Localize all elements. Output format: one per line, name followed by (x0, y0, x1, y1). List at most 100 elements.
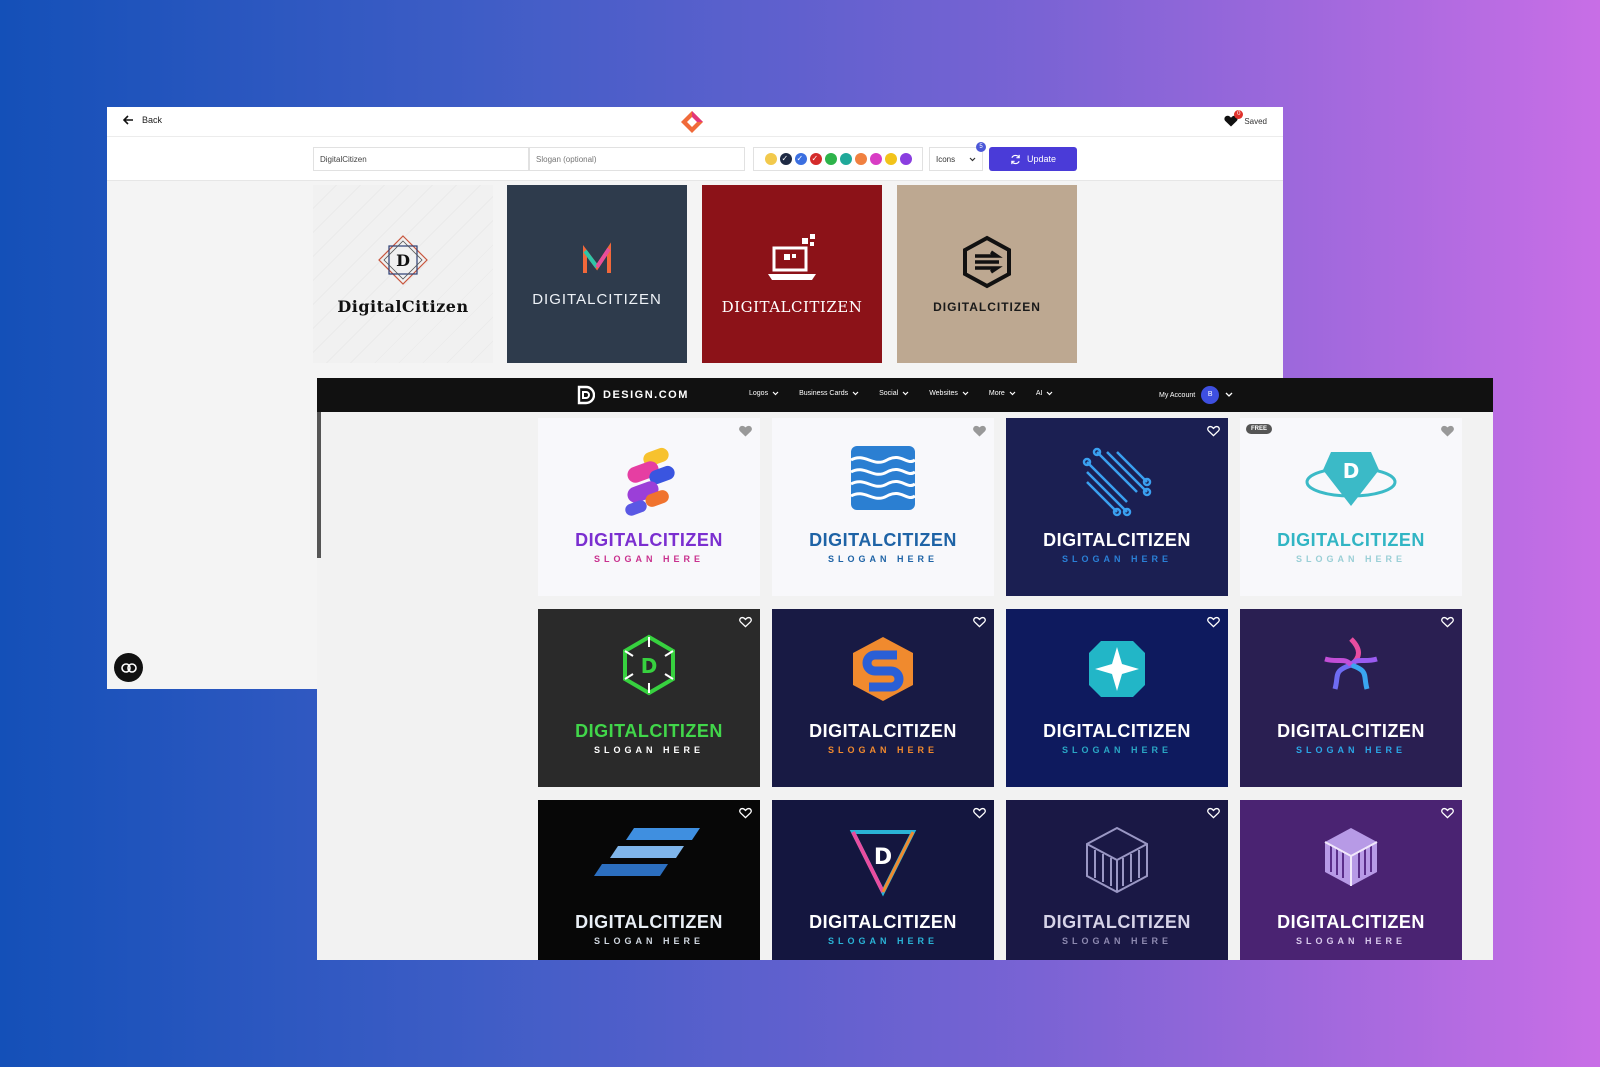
teal-star-icon (1081, 633, 1153, 710)
icons-label: Icons (936, 154, 956, 164)
favorite-heart-icon[interactable] (1207, 424, 1220, 437)
logo-slogan: SLOGAN HERE (1295, 745, 1406, 755)
color-swatch[interactable]: ✓ (809, 153, 822, 165)
logo-template-tile[interactable]: DIGITALCITIZEN SLOGAN HERE (1006, 418, 1228, 596)
slogan-input[interactable] (529, 147, 745, 171)
menu-item[interactable]: AI (1036, 390, 1054, 397)
favorite-heart-icon[interactable] (1207, 806, 1220, 819)
logo-name: DIGITALCITIZEN (809, 530, 957, 550)
cube-icon (1083, 824, 1151, 901)
logo-template-tile[interactable]: D DIGITALCITIZEN SLOGAN HERE (772, 800, 994, 960)
color-swatch[interactable] (854, 153, 867, 165)
circuit-lines-icon (1077, 442, 1157, 527)
chevron-down-icon (962, 391, 969, 396)
avatar: B (1201, 386, 1220, 404)
logo-template-tile[interactable]: DIGITALCITIZEN SLOGAN HERE (772, 418, 994, 596)
favorite-heart-icon[interactable] (1441, 806, 1454, 819)
logo-template-tile[interactable]: DIGITALCITIZEN SLOGAN HERE (772, 609, 994, 787)
update-label: Update (1026, 154, 1057, 164)
chevron-down-icon (1047, 391, 1053, 396)
check-icon: ✓ (796, 154, 804, 163)
update-button[interactable]: Update (989, 147, 1077, 171)
design-com-brand[interactable]: DESIGN.COM (577, 385, 689, 405)
favorite-heart-icon[interactable] (1441, 424, 1454, 437)
color-swatch[interactable] (884, 153, 897, 165)
favorite-heart-icon[interactable] (973, 615, 986, 628)
logo-option-card[interactable]: D DigitalCitizen (313, 185, 493, 363)
color-swatch[interactable]: ✓ (779, 153, 792, 165)
saved-button[interactable]: 0 Saved (1224, 110, 1267, 127)
back-label: Back (142, 115, 163, 125)
flower-knot-icon (1319, 633, 1383, 702)
design-com-window: DESIGN.COM Logos Business Cards Social Webs… (317, 378, 1493, 960)
menu-item[interactable]: Business Cards (799, 390, 859, 397)
colorful-pills-icon (609, 442, 689, 527)
favorite-heart-icon[interactable] (739, 806, 752, 819)
account-menu[interactable]: My Account B (1159, 386, 1233, 404)
menu-item-label: Social (879, 390, 899, 397)
favorite-heart-icon[interactable] (739, 424, 752, 437)
refresh-icon (1011, 154, 1020, 164)
logo-slogan: SLOGAN HERE (1061, 554, 1172, 564)
logo-template-tile[interactable]: DIGITALCITIZEN SLOGAN HERE (1006, 609, 1228, 787)
logo-template-tile[interactable]: DIGITALCITIZEN SLOGAN HERE (1240, 609, 1462, 787)
business-name-input[interactable] (313, 147, 529, 171)
color-swatch[interactable]: ✓ (794, 153, 807, 165)
chevron-down-icon (902, 391, 909, 396)
menu-item[interactable]: Logos (749, 390, 779, 397)
menu-item[interactable]: Websites (929, 390, 969, 397)
menu-item[interactable]: Social (879, 390, 909, 397)
svg-text:D: D (1343, 459, 1360, 483)
logo-template-tile[interactable]: D DIGITALCITIZEN SLOGAN HERE FREE (1240, 418, 1462, 596)
logo-name: DIGITALCITIZEN (575, 912, 723, 932)
logo-template-tile[interactable]: D DIGITALCITIZEN SLOGAN HERE (538, 609, 760, 787)
color-swatch[interactable] (824, 153, 837, 165)
color-swatch[interactable] (839, 153, 852, 165)
maker-header: Back 0 Saved (107, 107, 1283, 137)
logo-name: DIGITALCITIZEN (1277, 912, 1425, 932)
share-link-button[interactable] (114, 653, 143, 682)
orange-blue-s-icon (847, 633, 919, 710)
logo-text: DIGITALCITIZEN (532, 290, 662, 308)
menu-item-label: More (988, 390, 1005, 397)
menu-item-label: Websites (929, 390, 958, 397)
svg-text:D: D (874, 845, 892, 870)
favorite-heart-icon[interactable] (739, 615, 752, 628)
color-swatch[interactable] (764, 153, 777, 165)
logo-option-card[interactable]: DIGITALCITIZEN (507, 185, 687, 363)
logo-option-card[interactable]: DIGITALCITIZEN (897, 185, 1077, 363)
logo-slogan: SLOGAN HERE (593, 745, 704, 755)
logo-slogan: SLOGAN HERE (1295, 554, 1406, 564)
favorite-heart-icon[interactable] (973, 424, 986, 437)
saved-label: Saved (1244, 116, 1267, 126)
back-button[interactable]: Back (123, 115, 162, 125)
color-swatch[interactable] (869, 153, 882, 165)
favorite-heart-icon[interactable] (1441, 615, 1454, 628)
logo-template-tile[interactable]: DIGITALCITIZEN SLOGAN HERE (538, 800, 760, 960)
logo-template-tile[interactable]: DIGITALCITIZEN SLOGAN HERE (1006, 800, 1228, 960)
favorite-heart-icon[interactable] (1207, 615, 1220, 628)
logo-slogan: SLOGAN HERE (593, 936, 704, 946)
svg-text:D: D (641, 654, 658, 678)
logo-template-tile[interactable]: DIGITALCITIZEN SLOGAN HERE (538, 418, 760, 596)
striped-cube-icon (1321, 824, 1381, 893)
link-icon (120, 662, 137, 673)
color-swatch-bar: ✓ ✓ ✓ (753, 147, 923, 171)
free-badge: FREE (1246, 424, 1273, 434)
logo-template-tile[interactable]: DIGITALCITIZEN SLOGAN HERE (1240, 800, 1462, 960)
color-swatch[interactable] (899, 153, 912, 165)
favorite-heart-icon[interactable] (973, 806, 986, 819)
laptop-icon (768, 234, 816, 280)
speed-stripes-icon (594, 824, 704, 889)
teal-badge-d-icon: D (1303, 442, 1399, 519)
brand-name: DESIGN.COM (603, 389, 689, 401)
diamond-monogram-icon: D (378, 234, 428, 285)
logo-text: DIGITALCITIZEN (933, 300, 1041, 314)
logo-slogan: SLOGAN HERE (1061, 936, 1172, 946)
heart-icon: 0 (1224, 110, 1244, 127)
icons-dropdown[interactable]: Icons (929, 147, 983, 171)
menu-item[interactable]: More (989, 390, 1016, 397)
brand-logo-icon[interactable] (680, 110, 704, 139)
logo-option-card[interactable]: DIGITALCITIZEN (702, 185, 882, 363)
main-menu: Logos Business Cards Social Websites More AI (749, 390, 1053, 397)
